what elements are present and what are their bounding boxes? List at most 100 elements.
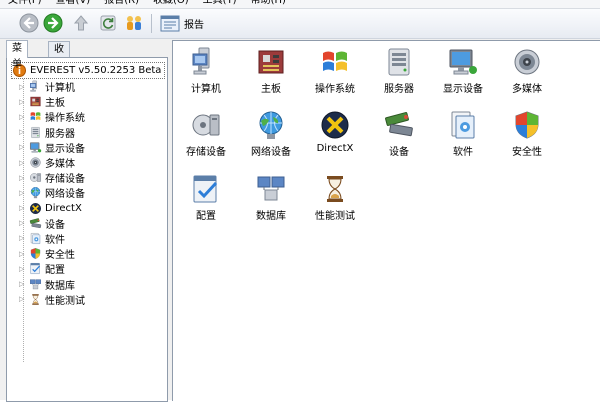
tree-item[interactable]: ▷ 网络设备 (19, 185, 164, 200)
category-tile[interactable]: 操作系统 (303, 46, 367, 95)
tree-item[interactable]: ▷ 设备 (19, 216, 164, 231)
category-grid: 计算机 主板 操作系统 服务器 显示设备 多媒体存储设备 网络设备 DirectX 设备 软件 安全… (172, 40, 600, 401)
tree-item[interactable]: ▷ 主板 (19, 94, 164, 109)
category-label: 显示设备 (443, 84, 483, 95)
category-tile[interactable]: 服务器 (367, 46, 431, 95)
category-label: 主板 (261, 84, 281, 95)
shield-icon (515, 111, 539, 139)
category-tile[interactable]: 多媒体 (495, 46, 559, 95)
category-tile[interactable]: DirectX (303, 109, 367, 154)
category-label: 配置 (196, 211, 216, 222)
tree-item[interactable]: ▷ 软件 (19, 231, 164, 246)
category-label: 性能测试 (315, 211, 355, 222)
up-button[interactable] (71, 13, 91, 33)
expand-arrow-icon[interactable]: ▷ (19, 294, 27, 304)
motherboard-icon (258, 50, 284, 74)
menu-help[interactable]: 帮助(H) (251, 0, 286, 8)
menu-file[interactable]: 文件(F) (8, 0, 42, 8)
refresh-icon (100, 15, 116, 31)
menu-report[interactable]: 报告(R) (104, 0, 139, 8)
software-icon (451, 111, 475, 139)
expand-arrow-icon[interactable]: ▷ (19, 218, 27, 228)
expand-arrow-icon[interactable]: ▷ (19, 127, 27, 137)
report-button[interactable]: 报告 (160, 14, 204, 33)
software-icon (30, 232, 40, 244)
motherboard-icon (29, 97, 41, 107)
tree-item[interactable]: ▷ 安全性 (19, 246, 164, 261)
expand-arrow-icon[interactable]: ▷ (19, 233, 27, 243)
report-icon (160, 15, 180, 32)
category-tile[interactable]: 性能测试 (303, 173, 367, 222)
expand-arrow-icon[interactable]: ▷ (19, 279, 27, 289)
menu-favorites[interactable]: 收藏(O) (153, 0, 189, 8)
tree-item-label: 操作系统 (45, 113, 85, 125)
storage-icon (29, 173, 41, 182)
expand-arrow-icon[interactable]: ▷ (19, 158, 27, 168)
up-arrow-icon (73, 15, 89, 31)
tree-view[interactable]: EVEREST v5.50.2253 Beta ▷ 计算机 ▷ 主板 ▷ 操作系统 ▷ 服务器… (6, 57, 168, 402)
config-icon (29, 263, 40, 275)
category-tile[interactable]: 计算机 (174, 46, 238, 95)
tree-root-label: EVEREST v5.50.2253 Beta (30, 65, 162, 76)
tree-item[interactable]: ▷ 计算机 (19, 79, 164, 94)
database-icon (257, 176, 285, 201)
devices-icon (29, 218, 41, 228)
everest-window: 文件(F) 查看(V) 报告(R) 收藏(O) 工具(T) 帮助(H) 报告 菜… (0, 0, 600, 402)
tree-item[interactable]: ▷ 操作系统 (19, 109, 164, 124)
tree-item[interactable]: ▷ DirectX (19, 201, 164, 216)
expand-arrow-icon[interactable]: ▷ (19, 264, 27, 274)
display-icon (449, 49, 477, 75)
expand-arrow-icon[interactable]: ▷ (19, 112, 27, 122)
toolbar-separator (151, 14, 152, 33)
tree-item-label: 软件 (45, 234, 65, 246)
tree-item[interactable]: ▷ 显示设备 (19, 140, 164, 155)
shield-icon (30, 248, 40, 260)
tree-item[interactable]: ▷ 存储设备 (19, 170, 164, 185)
users-icon (127, 16, 141, 30)
expand-arrow-icon[interactable]: ▷ (19, 97, 27, 107)
category-tile[interactable]: 配置 (174, 173, 238, 222)
category-label: 服务器 (384, 84, 414, 95)
tree-root[interactable]: EVEREST v5.50.2253 Beta (11, 62, 166, 79)
menu-view[interactable]: 查看(V) (56, 0, 91, 8)
category-tile[interactable]: 网络设备 (239, 109, 303, 158)
forward-button[interactable] (43, 13, 63, 33)
back-arrow-icon (19, 13, 39, 33)
tree-item[interactable]: ▷ 多媒体 (19, 155, 164, 170)
tree-item[interactable]: ▷ 配置 (19, 261, 164, 276)
tree-item[interactable]: ▷ 性能测试 (19, 292, 164, 307)
category-tile[interactable]: 显示设备 (431, 46, 495, 95)
network-icon (259, 111, 283, 139)
menu-tools[interactable]: 工具(T) (203, 0, 237, 8)
category-label: 数据库 (256, 211, 286, 222)
refresh-button[interactable] (98, 13, 118, 33)
expand-arrow-icon[interactable]: ▷ (19, 249, 27, 259)
tree-item[interactable]: ▷ 数据库 (19, 276, 164, 292)
category-tile[interactable]: 数据库 (239, 173, 303, 222)
category-tile[interactable]: 设备 (367, 109, 431, 158)
devices-icon (385, 112, 413, 137)
category-label: 存储设备 (186, 147, 226, 158)
category-tile[interactable]: 软件 (431, 109, 495, 158)
tree-item-label: 多媒体 (45, 159, 75, 171)
directx-icon (29, 202, 41, 214)
expand-arrow-icon[interactable]: ▷ (19, 82, 27, 92)
category-tile[interactable]: 安全性 (495, 109, 559, 158)
config-icon (193, 175, 218, 203)
tab-menu[interactable]: 菜单 (6, 40, 28, 70)
tree-item-label: 主板 (45, 98, 65, 110)
back-button[interactable] (19, 13, 39, 33)
category-label: 网络设备 (251, 147, 291, 158)
expand-arrow-icon[interactable]: ▷ (19, 203, 27, 213)
expand-arrow-icon[interactable]: ▷ (19, 173, 27, 183)
expand-arrow-icon[interactable]: ▷ (19, 142, 27, 152)
users-button[interactable] (124, 13, 144, 33)
category-tile[interactable]: 存储设备 (174, 109, 238, 158)
left-pane: 菜单 收藏夹 EVEREST v5.50.2253 Beta ▷ 计算机 ▷ 主板 ▷ 操… (6, 40, 168, 402)
tree-item[interactable]: ▷ 服务器 (19, 125, 164, 140)
tab-favorites[interactable]: 收藏夹 (48, 41, 70, 87)
category-tile[interactable]: 主板 (239, 46, 303, 95)
tree-item-label: 数据库 (45, 280, 75, 292)
hourglass-icon (31, 293, 39, 305)
expand-arrow-icon[interactable]: ▷ (19, 188, 27, 198)
